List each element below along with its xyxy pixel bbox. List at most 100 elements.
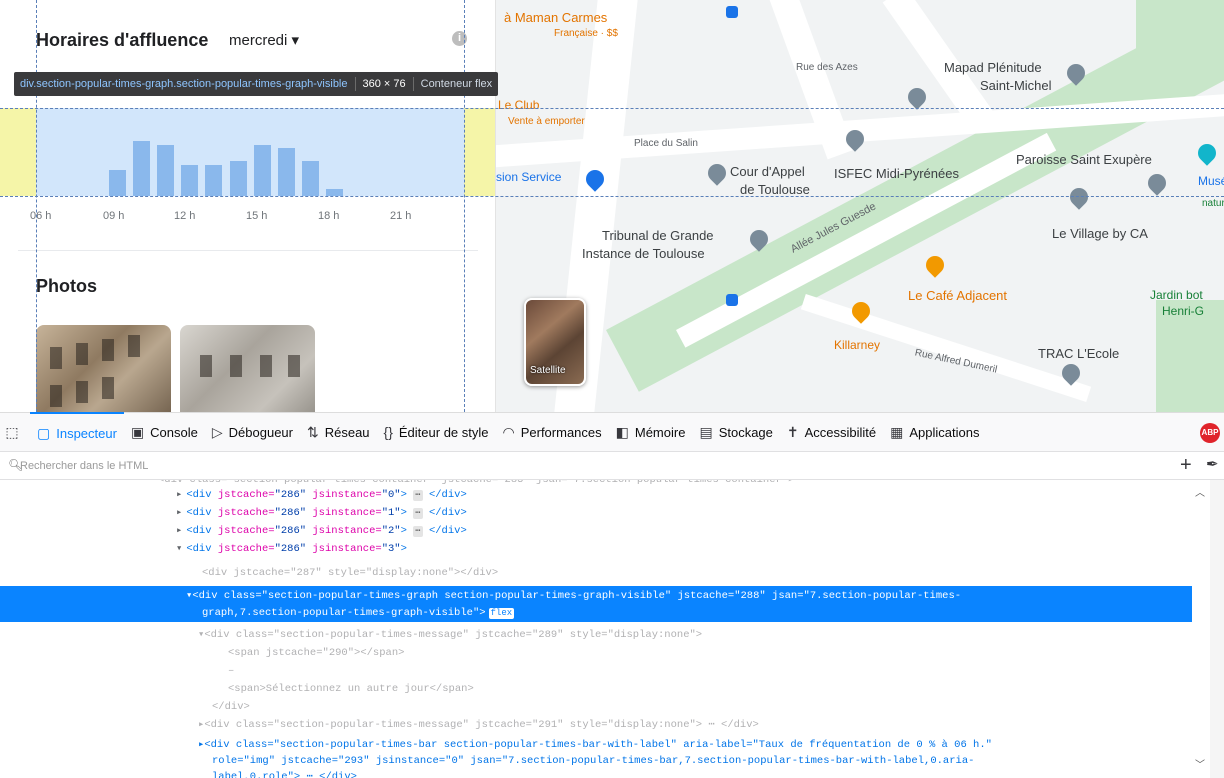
collapsed-ellipsis-icon[interactable]: ⋯ bbox=[413, 508, 423, 519]
tree-node[interactable]: ▸ <div jstcache="286" jsinstance="1"> ⋯ <… bbox=[176, 504, 467, 522]
satellite-layer-button[interactable]: Satellite bbox=[524, 298, 586, 386]
markup-tree: <div class="section-popular-times-contai… bbox=[0, 480, 1210, 778]
tab-accessibility[interactable]: ✝ Accessibilité bbox=[780, 412, 883, 452]
popular-times-bar[interactable] bbox=[108, 170, 126, 196]
tree-node[interactable]: <span jstcache="290"></span> bbox=[228, 644, 404, 662]
transit-icon[interactable] bbox=[726, 294, 738, 306]
transit-icon[interactable] bbox=[726, 6, 738, 18]
selected-tree-node[interactable]: ▾<div class="section-popular-times-graph… bbox=[0, 586, 1192, 622]
day-selector[interactable]: mercredi ▾ bbox=[229, 31, 299, 49]
map-label: Française · $$ bbox=[554, 28, 618, 39]
popular-times-bar[interactable] bbox=[302, 161, 320, 196]
scroll-up-icon[interactable]: ︿ bbox=[1195, 484, 1205, 499]
popular-times-title: Horaires d'affluence bbox=[36, 30, 209, 50]
tab-style-editor[interactable]: {} Éditeur de style bbox=[377, 412, 496, 452]
popular-times-bar[interactable] bbox=[229, 161, 247, 196]
tab-inspector[interactable]: ▢ Inspecteur bbox=[30, 412, 124, 452]
expand-arrow-icon[interactable]: ▸ bbox=[176, 489, 182, 501]
tree-node[interactable]: <div jstcache="287" style="display:none"… bbox=[202, 564, 498, 582]
map-park bbox=[1136, 0, 1224, 60]
map-label[interactable]: sion Service bbox=[496, 170, 561, 184]
tab-applications[interactable]: ▦ Applications bbox=[883, 412, 986, 452]
map-label: Vente à emporter bbox=[508, 116, 585, 127]
popular-times-bar[interactable] bbox=[205, 165, 223, 196]
selected-node-line: ▾<div class="section-popular-times-graph… bbox=[186, 590, 962, 602]
collapsed-ellipsis-icon[interactable]: ⋯ bbox=[413, 526, 423, 537]
adblock-icon[interactable]: ABP bbox=[1200, 423, 1220, 443]
flex-badge[interactable]: flex bbox=[488, 608, 515, 619]
element-picker-button[interactable]: ⬚ bbox=[0, 412, 30, 452]
map-label[interactable]: Mapad Plénitude bbox=[944, 60, 1042, 75]
add-node-button[interactable]: + bbox=[1180, 454, 1192, 477]
photo-thumbnail[interactable] bbox=[36, 325, 171, 412]
map-label[interactable]: Jardin bot bbox=[1150, 288, 1203, 302]
expand-arrow-icon[interactable]: ▸ bbox=[176, 507, 182, 519]
tree-node[interactable]: ▾<div class="section-popular-times-messa… bbox=[198, 626, 702, 644]
place-pin-icon[interactable] bbox=[1066, 184, 1092, 210]
tab-storage[interactable]: ▤ Stockage bbox=[692, 412, 779, 452]
eyedropper-icon[interactable]: ✒ bbox=[1206, 455, 1219, 473]
tree-text-node[interactable]: – bbox=[228, 662, 234, 680]
accessibility-icon: ✝ bbox=[786, 423, 799, 440]
tab-label: Applications bbox=[909, 424, 980, 440]
popular-times-bar[interactable] bbox=[253, 145, 271, 196]
restaurant-pin-icon[interactable] bbox=[922, 252, 948, 278]
infobar-separator bbox=[412, 77, 414, 91]
tab-memory[interactable]: ◧ Mémoire bbox=[609, 412, 693, 452]
infobar-size: 360 × 76 bbox=[362, 78, 406, 90]
tree-node-close: </div> bbox=[212, 701, 250, 713]
tree-node[interactable]: ▸ <div jstcache="286" jsinstance="0"> ⋯ <… bbox=[176, 486, 467, 504]
tree-node[interactable]: <span>Sélectionnez un autre jour</span> bbox=[228, 680, 474, 698]
popular-times-bar[interactable] bbox=[132, 141, 150, 196]
map-label[interactable]: Cour d'Appel bbox=[730, 164, 805, 179]
map-label[interactable]: ISFEC Midi-Pyrénées bbox=[834, 166, 959, 181]
debugger-icon: ▷ bbox=[211, 423, 223, 440]
applications-icon: ▦ bbox=[890, 423, 904, 440]
tree-node[interactable]: ▸ <div jstcache="286" jsinstance="2"> ⋯ <… bbox=[176, 522, 467, 540]
map-label[interactable]: Instance de Toulouse bbox=[582, 246, 705, 261]
map-label[interactable]: Saint-Michel bbox=[980, 78, 1052, 93]
inspector-infobar: div.section-popular-times-graph.section-… bbox=[14, 72, 499, 96]
infobar-selector: div.section-popular-times-graph.section-… bbox=[20, 78, 348, 90]
map-label[interactable]: de Toulouse bbox=[740, 182, 810, 197]
place-pin-icon[interactable] bbox=[704, 160, 730, 186]
map-label[interactable]: Le Club bbox=[498, 98, 539, 112]
map-view[interactable]: à Maman Carmes Française · $$ Rue des Az… bbox=[496, 0, 1224, 412]
map-label[interactable]: à Maman Carmes bbox=[504, 10, 607, 25]
popular-times-bar[interactable] bbox=[157, 145, 174, 196]
tree-scrollbar[interactable] bbox=[1210, 480, 1224, 778]
popular-times-bar[interactable] bbox=[181, 165, 199, 196]
tab-network[interactable]: ⇅ Réseau bbox=[300, 412, 377, 452]
map-label[interactable]: Tribunal de Grande bbox=[602, 228, 714, 243]
map-label[interactable]: TRAC L'Ecole bbox=[1038, 346, 1119, 361]
map-label[interactable]: Musé bbox=[1198, 174, 1224, 188]
tab-label: Stockage bbox=[718, 424, 773, 440]
museum-pin-icon[interactable] bbox=[1194, 140, 1220, 166]
tree-node[interactable]: ▸<div class="section-popular-times-messa… bbox=[198, 716, 759, 734]
tab-console[interactable]: ▣ Console bbox=[124, 412, 205, 452]
tab-label: Accessibilité bbox=[804, 424, 877, 440]
map-label[interactable]: Henri-G bbox=[1162, 304, 1204, 318]
scroll-down-icon[interactable]: ﹀ bbox=[1195, 756, 1205, 771]
tree-node-continuation: label,0.role"> ⋯ </div> bbox=[212, 771, 357, 778]
html-search-input[interactable] bbox=[20, 456, 1120, 476]
map-label[interactable]: Paroisse Saint Exupère bbox=[1016, 152, 1152, 167]
tab-label: Débogueur bbox=[228, 424, 293, 440]
school-pin-icon[interactable] bbox=[904, 84, 930, 110]
popular-times-bar[interactable] bbox=[278, 148, 295, 196]
map-label[interactable]: Killarney bbox=[834, 338, 880, 352]
map-label[interactable]: Le Café Adjacent bbox=[908, 288, 1007, 303]
map-label[interactable]: Le Village by CA bbox=[1052, 226, 1148, 241]
map-label: Place du Salin bbox=[634, 138, 698, 149]
place-pin-icon[interactable] bbox=[1144, 170, 1170, 196]
collapsed-ellipsis-icon[interactable]: ⋯ bbox=[413, 490, 423, 501]
tab-debugger[interactable]: ▷ Débogueur bbox=[205, 412, 300, 452]
popular-times-bar[interactable] bbox=[326, 189, 344, 196]
tab-performance[interactable]: ◠ Performances bbox=[496, 412, 609, 452]
tab-label: Console bbox=[150, 424, 198, 440]
collapse-arrow-icon[interactable]: ▾ bbox=[176, 543, 182, 555]
network-icon: ⇅ bbox=[306, 423, 319, 440]
expand-arrow-icon[interactable]: ▸ bbox=[176, 525, 182, 537]
photo-thumbnail[interactable] bbox=[180, 325, 315, 412]
tree-node[interactable]: ▾ <div jstcache="286" jsinstance="3"> bbox=[176, 540, 407, 558]
